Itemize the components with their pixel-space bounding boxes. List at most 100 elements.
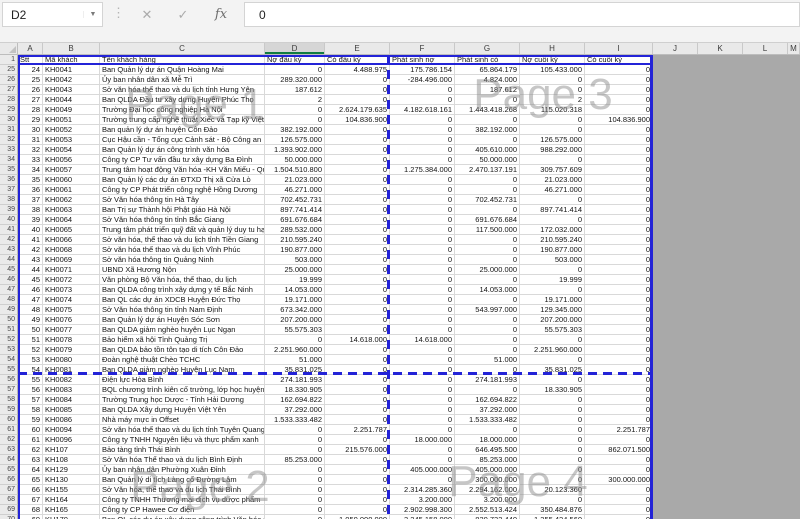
print-area-right-border[interactable]: [650, 55, 653, 519]
cell[interactable]: 0: [390, 415, 455, 425]
cell[interactable]: KH164: [43, 495, 100, 505]
cell[interactable]: 37.292.000: [265, 405, 325, 415]
cell[interactable]: 0: [390, 205, 455, 215]
row-number[interactable]: 37: [0, 185, 18, 195]
cell[interactable]: 0: [390, 345, 455, 355]
cell[interactable]: 0: [390, 245, 455, 255]
cell[interactable]: 0: [265, 475, 325, 485]
cell[interactable]: KH0069: [43, 255, 100, 265]
row-number[interactable]: 62: [0, 435, 18, 445]
cell[interactable]: Ủy ban nhân dân xã Mễ Trì: [100, 75, 265, 85]
cell[interactable]: 0: [520, 445, 585, 455]
cell[interactable]: Văn phòng Bộ Văn hóa, thể thao, du lịch: [100, 275, 265, 285]
cell[interactable]: 897.741.414: [265, 205, 325, 215]
cell[interactable]: Công ty CP Hawee Cơ điện: [100, 505, 265, 515]
cell[interactable]: 0: [455, 235, 520, 245]
cell[interactable]: UBND Xã Hương Nộn: [100, 265, 265, 275]
cell[interactable]: 45: [18, 275, 43, 285]
cell[interactable]: Sở Văn hóa Thể thao và du lịch Bình Định: [100, 455, 265, 465]
cell[interactable]: 37: [18, 195, 43, 205]
cell[interactable]: 115.020.318: [520, 105, 585, 115]
row-number[interactable]: 25: [0, 65, 18, 75]
cell[interactable]: 0: [520, 355, 585, 365]
cell[interactable]: 2.251.787: [585, 425, 653, 435]
cell[interactable]: 0: [585, 455, 653, 465]
cell[interactable]: KH0061: [43, 185, 100, 195]
cell[interactable]: 26: [18, 85, 43, 95]
cell[interactable]: 129.345.000: [520, 305, 585, 315]
cell[interactable]: 0: [520, 115, 585, 125]
cell[interactable]: 382.192.000: [265, 125, 325, 135]
cancel-button[interactable]: ✕: [132, 2, 162, 27]
cell[interactable]: 0: [585, 195, 653, 205]
cell[interactable]: Ban quản lý dự án huyện Côn Đảo: [100, 125, 265, 135]
cell[interactable]: 2.251.960.000: [265, 345, 325, 355]
cell[interactable]: 36: [18, 185, 43, 195]
cell[interactable]: KH0063: [43, 205, 100, 215]
cell[interactable]: 210.595.240: [265, 235, 325, 245]
cell[interactable]: 2.294.162.000: [455, 485, 520, 495]
cell[interactable]: KH129: [43, 465, 100, 475]
cell[interactable]: 0: [390, 385, 455, 395]
row-number[interactable]: 47: [0, 285, 18, 295]
cell[interactable]: 0: [390, 195, 455, 205]
cell[interactable]: 0: [390, 85, 455, 95]
cell[interactable]: 85.253.000: [455, 455, 520, 465]
cell[interactable]: 0: [325, 505, 390, 515]
cell[interactable]: 62: [18, 445, 43, 455]
cell[interactable]: 0: [325, 235, 390, 245]
cell[interactable]: KH0084: [43, 395, 100, 405]
cell[interactable]: 300.000.000: [455, 475, 520, 485]
cell[interactable]: 0: [455, 425, 520, 435]
row-number[interactable]: 52: [0, 335, 18, 345]
cell[interactable]: 1.393.902.000: [265, 145, 325, 155]
cell[interactable]: 40: [18, 225, 43, 235]
cell[interactable]: Sở văn hóa, thể thao và du lịch tỉnh Tiề…: [100, 235, 265, 245]
cell[interactable]: 1.504.510.800: [265, 165, 325, 175]
cell[interactable]: Sở Văn hóa thông tin tỉnh Bắc Giang: [100, 215, 265, 225]
cell[interactable]: 0: [585, 355, 653, 365]
row-number[interactable]: 35: [0, 165, 18, 175]
cell[interactable]: KH0078: [43, 335, 100, 345]
cell[interactable]: 20.123.360: [520, 485, 585, 495]
cell[interactable]: 50: [18, 325, 43, 335]
cell[interactable]: KH0051: [43, 115, 100, 125]
enter-button[interactable]: ✓: [168, 2, 198, 27]
cell[interactable]: 0: [520, 425, 585, 435]
cell[interactable]: 503.000: [265, 255, 325, 265]
cell[interactable]: 0: [390, 225, 455, 235]
cell[interactable]: 18.000.000: [390, 435, 455, 445]
cell[interactable]: 0: [325, 125, 390, 135]
row-number[interactable]: 68: [0, 495, 18, 505]
cell[interactable]: 0: [390, 275, 455, 285]
cell[interactable]: 0: [520, 75, 585, 85]
cell[interactable]: Ban Quản lý di tích Làng cổ Đường Lâm: [100, 475, 265, 485]
cell[interactable]: 0: [390, 325, 455, 335]
cell[interactable]: 0: [455, 245, 520, 255]
cell[interactable]: 0: [325, 465, 390, 475]
cell[interactable]: 691.676.684: [265, 215, 325, 225]
cell[interactable]: KH0054: [43, 145, 100, 155]
cell[interactable]: 543.997.000: [455, 305, 520, 315]
cell[interactable]: 21.023.000: [520, 175, 585, 185]
cell[interactable]: 0: [325, 215, 390, 225]
cell[interactable]: Bảo hiểm xã hội Tỉnh Quảng Trị: [100, 335, 265, 345]
cell[interactable]: 0: [455, 95, 520, 105]
cell[interactable]: 0: [265, 445, 325, 455]
column-header-i[interactable]: I: [585, 43, 653, 54]
cell[interactable]: 0: [585, 205, 653, 215]
cell[interactable]: 0: [455, 345, 520, 355]
cell[interactable]: 47: [18, 295, 43, 305]
vertical-page-break[interactable]: [387, 55, 390, 519]
cell[interactable]: 18.330.905: [520, 385, 585, 395]
cell[interactable]: 0: [455, 385, 520, 395]
cell[interactable]: 0: [325, 305, 390, 315]
row-number[interactable]: 60: [0, 415, 18, 425]
cell[interactable]: 0: [325, 275, 390, 285]
row-number[interactable]: 54: [0, 355, 18, 365]
cell[interactable]: 4.488.975: [325, 65, 390, 75]
cell[interactable]: Trường Trung học Dược - Tỉnh Hải Dương: [100, 395, 265, 405]
cell[interactable]: 0: [325, 415, 390, 425]
cell[interactable]: 0: [325, 95, 390, 105]
cell[interactable]: 0: [520, 455, 585, 465]
